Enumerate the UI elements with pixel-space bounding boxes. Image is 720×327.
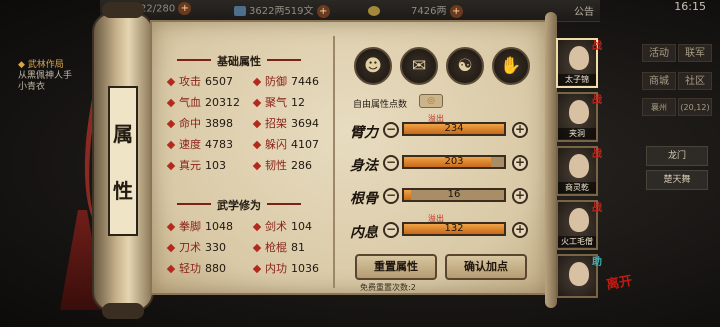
quest-line: 小青衣 [18,82,46,92]
resource-gold: 7426两 + [368,2,463,18]
scroll-book-icon[interactable]: ✉ [400,47,438,85]
plus-strength-button[interactable]: + [512,122,528,138]
hero-portrait[interactable]: 战商灵乾 [556,146,602,196]
meridian-icon[interactable]: ✋ [492,47,530,85]
quest-line: 从黑佩神人手 [18,71,73,81]
panel-divider [333,36,335,288]
stat-inner: 内功 1036 [252,260,319,276]
stat-juqi: 聚气 12 [252,94,305,110]
free-points-value: ◎ [419,94,443,108]
bar-strength: 234 [402,122,506,136]
hero-portrait[interactable]: 战火工毛僧 [556,200,602,250]
quest-title: ◆ 武林作局 [18,60,64,70]
minus-breath-button[interactable]: − [383,222,399,238]
stat-parry: 招架 3694 [252,115,319,131]
stat-hp: 气血 20312 [166,94,240,110]
base-attributes-title: 基础属性 [177,55,301,68]
martial-arts-title: 武学修为 [177,199,301,212]
plus-breath-button[interactable]: + [512,222,528,238]
page-title: 属 性 [108,86,138,236]
minus-agility-button[interactable]: − [383,155,399,171]
resource-silver: 3622两519文 + [234,2,330,18]
alloc-label-constitution: 根骨 [350,191,378,207]
stat-lightness: 轻功 880 [166,260,226,276]
scroll-rod-cap [102,2,144,18]
bar-agility: 203 [402,155,506,169]
stat-spear: 枪棍 81 [252,239,305,255]
stat-toughness: 韧性 286 [252,157,312,173]
longmen-button[interactable]: 龙门 [646,146,708,166]
gem-icon [234,6,246,16]
add-stamina-button[interactable]: + [178,2,192,15]
quest-tracker[interactable]: ◆ 武林作局 从黑佩神人手 小青衣 [18,60,98,93]
minus-constitution-button[interactable]: − [383,188,399,204]
menu-events[interactable]: 活动 [642,44,676,62]
hero-portrait[interactable]: 战夹洞 [556,92,602,142]
stat-hit: 命中 3898 [166,115,233,131]
page-title-char: 性 [113,179,133,203]
confirm-points-button[interactable]: 确认加点 [445,254,527,280]
add-gold-button[interactable]: + [449,4,463,18]
stat-blade: 刀术 330 [166,239,226,255]
page-title-char: 属 [113,122,133,146]
menu-alliance[interactable]: 联军 [678,44,712,62]
stat-speed: 速度 4783 [166,136,233,152]
game-screen: 22/280 + 3622两519文 + 7426两 + 公告 16:15 ◆ … [0,0,720,327]
clock: 16:15 [674,0,706,13]
plus-agility-button[interactable]: + [512,155,528,171]
plus-constitution-button[interactable]: + [512,188,528,204]
resource-stamina: 22/280 + [140,2,192,15]
reset-attributes-button[interactable]: 重置属性 [355,254,437,280]
menu-community[interactable]: 社区 [678,72,712,90]
stat-sword: 剑术 104 [252,218,312,234]
scroll-rod-cap [102,303,144,319]
leave-button[interactable]: 离开 [605,270,633,293]
stat-defense: 防御 7446 [252,73,319,89]
map-coordinates: (20,12) [678,98,712,116]
stat-dodge: 躲闪 4107 [252,136,319,152]
minus-strength-button[interactable]: − [383,122,399,138]
resource-bar: 22/280 + 3622两519文 + 7426两 + [100,0,600,22]
announcement-button[interactable]: 公告 [574,3,594,18]
coin-icon [368,6,380,16]
bar-constitution: 16 [402,188,506,202]
chutianwu-button[interactable]: 楚天舞 [646,170,708,190]
alloc-label-breath: 内息 [350,225,378,241]
yin-yang-icon[interactable]: ☯ [446,47,484,85]
map-location: 襄州 [642,98,676,116]
stat-attack: 攻击 6507 [166,73,233,89]
add-silver-button[interactable]: + [316,4,330,18]
menu-shop[interactable]: 商城 [642,72,676,90]
stat-fist: 拳脚 1048 [166,218,233,234]
hero-portrait[interactable]: 战太子锦 [556,38,602,88]
free-points-label: 自由属性点数 [353,100,408,110]
stat-zhenyuan: 真元 103 [166,157,226,173]
hero-portrait[interactable]: 助 [556,254,602,298]
bar-breath: 132 [402,222,506,236]
alloc-label-agility: 身法 [350,158,378,174]
free-reset-count: 免费重置次数:2 [360,283,416,292]
alloc-label-strength: 臂力 [350,125,378,141]
character-icon[interactable]: ☻ [354,47,392,85]
